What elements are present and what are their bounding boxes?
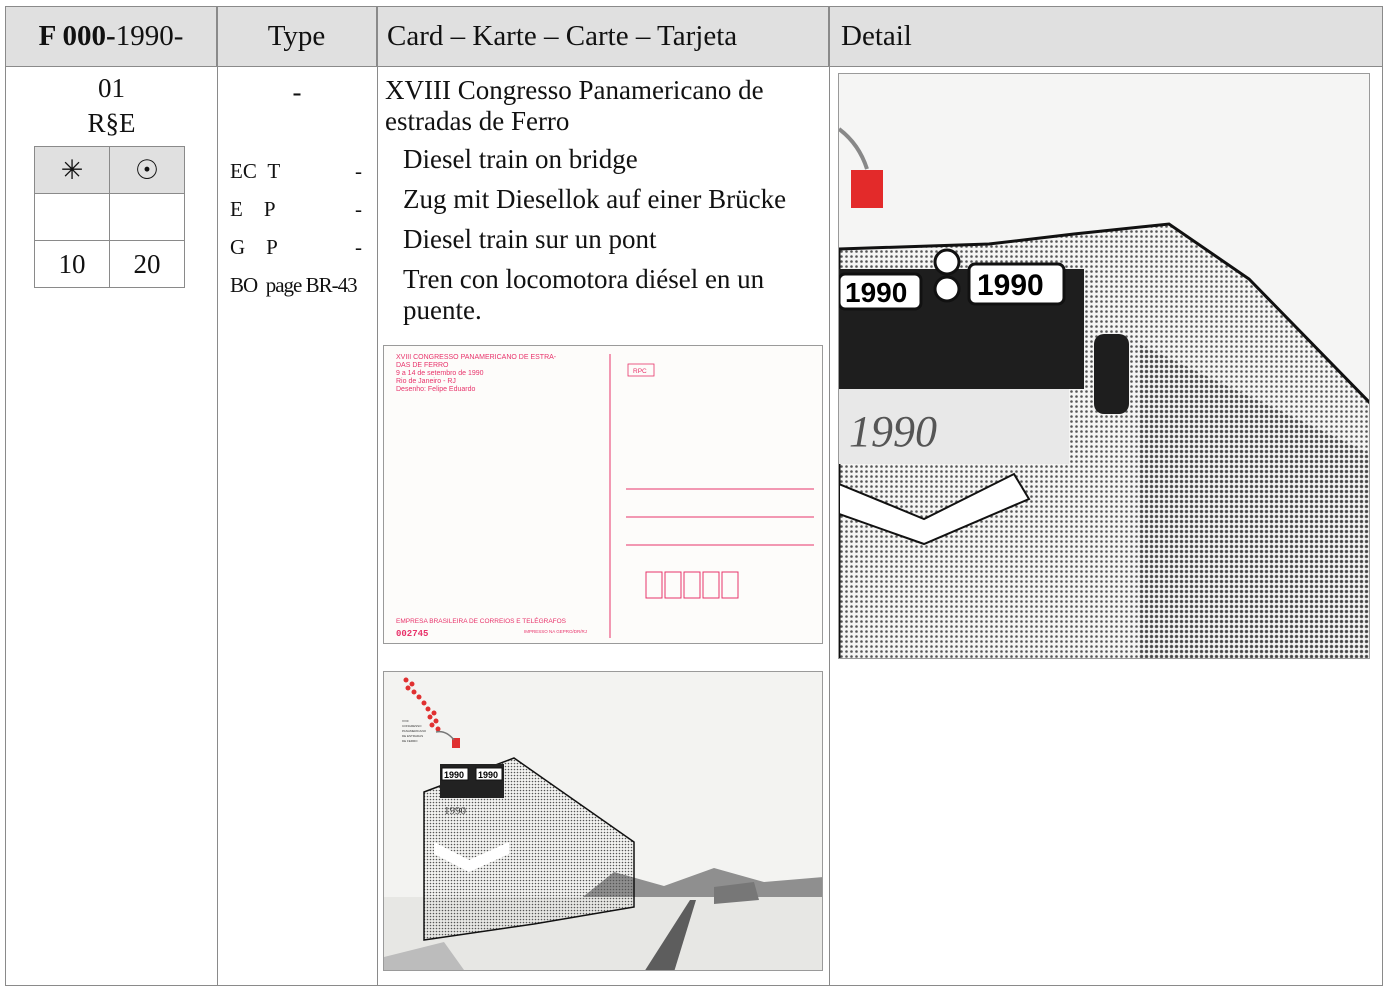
- detail-logo-track: [839, 127, 869, 170]
- detail-nose-text: 1990: [849, 407, 937, 456]
- card-event-line: XVIII CONGRESSO PANAMERICANO DE ESTRA-: [396, 354, 557, 361]
- used-symbol: ☉: [109, 146, 185, 194]
- type-row: BO page BR-43: [230, 273, 358, 298]
- desc-es: Tren con locomotora diésel en un puente.: [403, 264, 765, 325]
- type-code: E: [230, 197, 243, 221]
- type-value: T: [267, 159, 281, 183]
- desc-de: Zug mit Diesellok auf einer Brücke: [403, 184, 787, 214]
- detail-headlight: [933, 275, 961, 303]
- desc-en: Diesel train on bridge: [403, 144, 638, 174]
- postcode-box: [683, 571, 701, 599]
- column-divider: [829, 7, 830, 985]
- header-divider: [6, 66, 1382, 67]
- rpc-label: RPC: [633, 368, 647, 375]
- type-value: page BR-43: [265, 273, 358, 297]
- type-row: G P-: [230, 235, 362, 260]
- price-blank: [109, 193, 185, 241]
- type-row-dash: -: [355, 159, 362, 183]
- price-mint: 10: [34, 240, 110, 288]
- card-event-line: 9 a 14 de setembro de 1990: [396, 370, 484, 377]
- detail-logo-train: [851, 170, 883, 208]
- card-front-image: XVIII CONGRESSO PANAMERICANO DE ESTRADAS DE …: [383, 671, 823, 971]
- card-event-line: Desenho: Felipe Eduardo: [396, 386, 475, 393]
- card-printer: IMPRESSO NA GEPRO/DR/RJ: [524, 629, 587, 634]
- detail-plate-left-text: 1990: [845, 277, 907, 308]
- entry-number: 01: [98, 73, 125, 103]
- detail-headlight: [933, 248, 961, 276]
- postcode-box: [702, 571, 720, 599]
- svg-text:CONGRESSO: CONGRESSO: [402, 724, 422, 728]
- type-code: G: [230, 235, 246, 259]
- card-back-image: XVIII CONGRESSO PANAMERICANO DE ESTRA- D…: [383, 345, 823, 644]
- type-row-dash: -: [355, 235, 362, 259]
- type-code: EC: [230, 159, 257, 183]
- header-number-suffix: 1990-: [115, 20, 184, 52]
- logo-track: [435, 730, 455, 741]
- card-title: XVIII Congresso Panamericano de estradas…: [385, 75, 764, 136]
- loco-nose-text: 1990: [444, 805, 467, 817]
- type-row: EC T -: [230, 159, 362, 184]
- postcode-box: [664, 571, 682, 599]
- column-divider: [217, 7, 218, 985]
- detail-image: 1990 1990 1990: [838, 73, 1370, 659]
- price-table: ✳ ☉ 10 20: [34, 146, 185, 288]
- catalog-sheet: F 000-1990- Type Card – Karte – Carte – …: [5, 6, 1383, 986]
- price-used: 20: [109, 240, 185, 288]
- header-number-prefix: F 000-: [38, 20, 116, 52]
- card-event-line: Rio de Janeiro - RJ: [396, 378, 456, 385]
- card-company: EMPRESA BRASILEIRA DE CORREIOS E TELÉGRA…: [396, 616, 567, 625]
- type-dash: -: [292, 77, 302, 107]
- svg-text:XVIII: XVIII: [402, 719, 409, 723]
- card-event-line: DAS DE FERRO: [396, 362, 449, 369]
- svg-text:DE FERRO: DE FERRO: [402, 739, 418, 743]
- svg-text:PANAMERICANO: PANAMERICANO: [402, 729, 427, 733]
- card-back-drawing: XVIII CONGRESSO PANAMERICANO DE ESTRA- D…: [396, 354, 814, 639]
- header-card: Card – Karte – Carte – Tarjeta: [377, 7, 829, 66]
- postcode-box: [645, 571, 663, 599]
- detail-plate-right-text: 1990: [977, 269, 1044, 302]
- header-detail: Detail: [829, 7, 1382, 66]
- column-divider: [377, 7, 378, 985]
- card-serial: 002745: [396, 629, 428, 639]
- mint-symbol: ✳: [34, 146, 110, 194]
- postcode-box: [721, 571, 739, 599]
- detail-drawing: 1990 1990 1990: [839, 127, 1369, 658]
- header-type: Type: [217, 7, 377, 66]
- card-front-drawing: XVIIICONGRESSOPANAMERICANODE ESTRADASDE …: [384, 677, 822, 970]
- loco-plate-left-text: 1990: [444, 770, 464, 780]
- type-code: BO: [230, 273, 258, 297]
- type-row: E P-: [230, 197, 362, 222]
- entry-code: R§E: [87, 108, 136, 138]
- type-value: P: [266, 235, 278, 259]
- desc-fr: Diesel train sur un pont: [403, 224, 657, 254]
- svg-text:DE ESTRADAS: DE ESTRADAS: [402, 734, 423, 738]
- type-value: P: [263, 197, 276, 221]
- detail-side-window: [1094, 334, 1129, 414]
- header-number: F 000-1990-: [6, 7, 217, 66]
- loco-plate-right-text: 1990: [478, 770, 498, 780]
- type-row-dash: -: [355, 197, 362, 221]
- price-blank: [34, 193, 110, 241]
